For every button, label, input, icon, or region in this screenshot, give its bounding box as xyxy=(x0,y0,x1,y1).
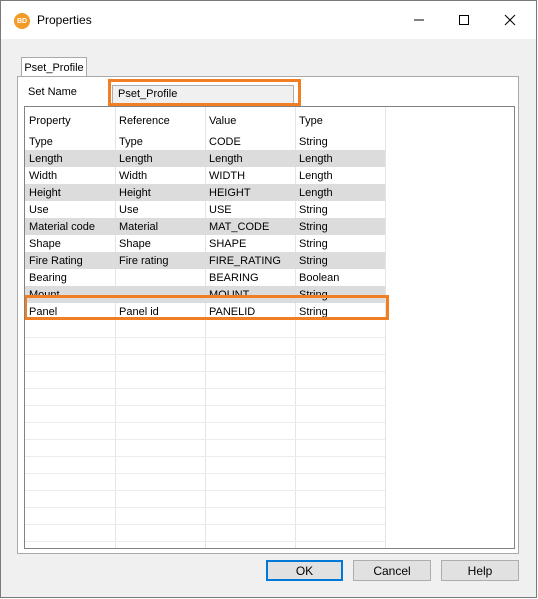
cell-property[interactable]: Use xyxy=(25,201,115,218)
column-header-reference[interactable]: Reference xyxy=(115,109,205,133)
grid-line xyxy=(25,371,385,372)
table-row[interactable]: Fire Rating Fire rating FIRE_RATING String xyxy=(25,252,385,269)
cell-reference[interactable]: Width xyxy=(115,167,205,184)
grid-line xyxy=(25,405,385,406)
cell-value[interactable]: PANELID xyxy=(205,303,295,320)
cell-property[interactable]: Type xyxy=(25,133,115,150)
minimize-icon xyxy=(414,19,424,21)
cell-type[interactable]: Length xyxy=(295,150,385,167)
cell-value[interactable]: MOUNT xyxy=(205,286,295,303)
table-row[interactable]: Material code Material MAT_CODE String xyxy=(25,218,385,235)
cell-value[interactable]: SHAPE xyxy=(205,235,295,252)
grid-line xyxy=(25,541,385,542)
table-row[interactable]: Width Width WIDTH Length xyxy=(25,167,385,184)
cell-type[interactable]: Length xyxy=(295,184,385,201)
table-row[interactable]: Type Type CODE String xyxy=(25,133,385,150)
cell-property[interactable]: Shape xyxy=(25,235,115,252)
cell-reference[interactable] xyxy=(115,286,205,303)
tab-pset-profile[interactable]: Pset_Profile xyxy=(21,57,87,77)
cell-type[interactable]: String xyxy=(295,218,385,235)
cell-type[interactable]: String xyxy=(295,303,385,320)
table-row[interactable]: Mount MOUNT String xyxy=(25,286,385,303)
grid-line xyxy=(25,422,385,423)
cancel-button[interactable]: Cancel xyxy=(353,560,431,581)
tab-panel: Set Name Pset_Profile Property Reference… xyxy=(17,76,519,554)
cell-value[interactable]: CODE xyxy=(205,133,295,150)
set-name-field[interactable]: Pset_Profile xyxy=(112,85,294,104)
grid-column-divider xyxy=(385,107,386,548)
cell-value[interactable]: Length xyxy=(205,150,295,167)
table-row[interactable]: Shape Shape SHAPE String xyxy=(25,235,385,252)
cell-reference[interactable]: Use xyxy=(115,201,205,218)
cell-property[interactable]: Width xyxy=(25,167,115,184)
grid-header: Property Reference Value Type xyxy=(25,109,385,133)
help-button[interactable]: Help xyxy=(441,560,519,581)
grid-line xyxy=(25,388,385,389)
maximize-icon xyxy=(459,15,469,25)
close-icon xyxy=(504,14,516,26)
cell-type[interactable]: Length xyxy=(295,167,385,184)
close-button[interactable] xyxy=(487,1,533,39)
column-header-property[interactable]: Property xyxy=(25,109,115,133)
app-icon: BD xyxy=(14,13,30,29)
cell-reference[interactable]: Fire rating xyxy=(115,252,205,269)
cell-value[interactable]: BEARING xyxy=(205,269,295,286)
cell-value[interactable]: WIDTH xyxy=(205,167,295,184)
cell-reference[interactable]: Type xyxy=(115,133,205,150)
window-title: Properties xyxy=(37,13,92,27)
column-header-value[interactable]: Value xyxy=(205,109,295,133)
cell-value[interactable]: FIRE_RATING xyxy=(205,252,295,269)
cell-value[interactable]: MAT_CODE xyxy=(205,218,295,235)
set-name-label: Set Name xyxy=(28,86,77,98)
table-row[interactable]: Height Height HEIGHT Length xyxy=(25,184,385,201)
cell-type[interactable]: String xyxy=(295,252,385,269)
table-row[interactable]: Length Length Length Length xyxy=(25,150,385,167)
cell-property[interactable]: Height xyxy=(25,184,115,201)
title-bar[interactable]: BD Properties xyxy=(1,1,536,39)
table-row[interactable]: Use Use USE String xyxy=(25,201,385,218)
cell-property[interactable]: Fire Rating xyxy=(25,252,115,269)
cell-type[interactable]: String xyxy=(295,235,385,252)
minimize-button[interactable] xyxy=(396,1,442,39)
grid-line xyxy=(25,439,385,440)
cell-reference[interactable]: Panel id xyxy=(115,303,205,320)
cell-type[interactable]: Boolean xyxy=(295,269,385,286)
cell-property[interactable]: Mount xyxy=(25,286,115,303)
grid-line xyxy=(25,490,385,491)
grid-line xyxy=(25,337,385,338)
cell-type[interactable]: String xyxy=(295,133,385,150)
cell-reference[interactable]: Length xyxy=(115,150,205,167)
grid-line xyxy=(25,524,385,525)
maximize-button[interactable] xyxy=(441,1,487,39)
cell-property[interactable]: Length xyxy=(25,150,115,167)
property-grid[interactable]: Property Reference Value Type Type Type CO… xyxy=(24,106,515,549)
table-row[interactable]: Bearing BEARING Boolean xyxy=(25,269,385,286)
cell-value[interactable]: USE xyxy=(205,201,295,218)
cell-reference[interactable] xyxy=(115,269,205,286)
cell-type[interactable]: String xyxy=(295,286,385,303)
cell-property[interactable]: Bearing xyxy=(25,269,115,286)
cell-reference[interactable]: Height xyxy=(115,184,205,201)
cell-value[interactable]: HEIGHT xyxy=(205,184,295,201)
column-header-type[interactable]: Type xyxy=(295,109,385,133)
cell-reference[interactable]: Material xyxy=(115,218,205,235)
ok-button[interactable]: OK xyxy=(266,560,343,581)
grid-line xyxy=(25,473,385,474)
grid-line xyxy=(25,354,385,355)
cell-property[interactable]: Panel xyxy=(25,303,115,320)
grid-line xyxy=(25,507,385,508)
cell-type[interactable]: String xyxy=(295,201,385,218)
cell-reference[interactable]: Shape xyxy=(115,235,205,252)
table-row[interactable]: Panel Panel id PANELID String xyxy=(25,303,385,320)
properties-dialog: BD Properties Pset_Profile Set Name Pset… xyxy=(0,0,537,598)
grid-line xyxy=(25,456,385,457)
cell-property[interactable]: Material code xyxy=(25,218,115,235)
